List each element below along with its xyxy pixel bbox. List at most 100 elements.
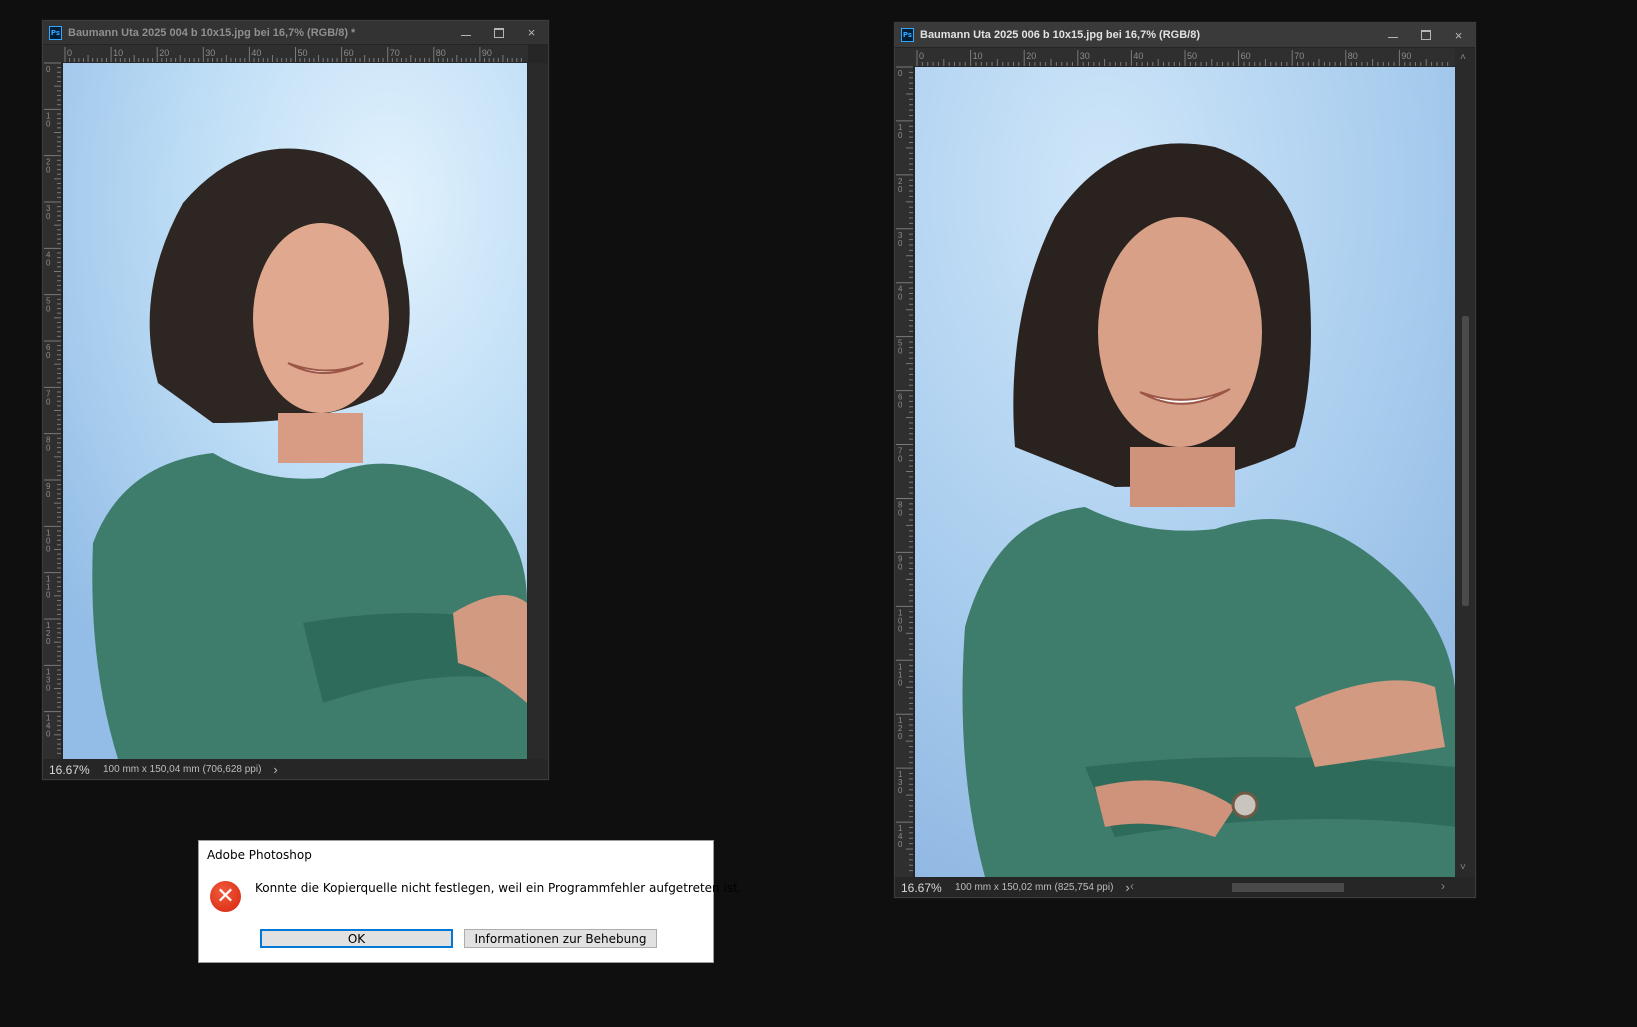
- window-controls: ×: [449, 21, 548, 44]
- ruler-label: 70: [390, 48, 400, 58]
- document-size-info: 100 mm x 150,04 mm (706,628 ppi): [103, 764, 262, 775]
- close-button[interactable]: ×: [1442, 23, 1475, 47]
- zoom-level-field[interactable]: 16.67%: [901, 881, 951, 895]
- ruler-label: 0: [898, 508, 903, 517]
- image-canvas[interactable]: [915, 67, 1456, 877]
- maximize-icon: [1420, 30, 1431, 40]
- ruler-label: 90: [482, 48, 492, 58]
- ruler-label: 80: [1348, 51, 1358, 61]
- vertical-scroll-thumb[interactable]: [1462, 316, 1469, 606]
- ruler-label: 0: [46, 166, 51, 175]
- horizontal-ruler[interactable]: 0 10 20 30 40 50 60 70 80 90: [43, 45, 528, 62]
- close-icon: ×: [1454, 27, 1463, 43]
- vertical-scrollbar[interactable]: [528, 63, 548, 759]
- error-dialog[interactable]: Adobe Photoshop ✕ Konnte die Kopierquell…: [198, 840, 742, 963]
- document-title: Baumann Uta 2025 006 b 10x15.jpg bei 16,…: [920, 29, 1201, 41]
- ruler-label: 0: [46, 212, 51, 221]
- ruler-label: 0: [46, 119, 51, 128]
- ruler-label: 0: [46, 65, 51, 74]
- ruler-label: 0: [46, 305, 51, 314]
- document-window-1[interactable]: Ps Baumann Uta 2025 004 b 10x15.jpg bei …: [42, 20, 549, 780]
- maximize-button[interactable]: [1409, 23, 1442, 47]
- maximize-icon: [493, 27, 504, 38]
- image-canvas[interactable]: [63, 63, 527, 759]
- vertical-ruler[interactable]: 0102030405060708090100110120130140: [43, 62, 61, 759]
- horizontal-scroll-thumb[interactable]: [1232, 883, 1344, 892]
- document-title: Baumann Uta 2025 004 b 10x15.jpg bei 16,…: [68, 26, 356, 39]
- status-bar: 16.67% 100 mm x 150,02 mm (825,754 ppi) …: [895, 878, 1475, 897]
- scroll-right-chevron-icon[interactable]: ›: [1441, 879, 1445, 893]
- vertical-scrollbar[interactable]: ˄ ˅: [1455, 48, 1475, 877]
- ruler-label: 0: [898, 678, 903, 687]
- ruler-label: 0: [898, 562, 903, 571]
- ruler-label: 0: [898, 786, 903, 795]
- ruler-label: 0: [919, 51, 924, 61]
- ruler-label: 0: [898, 840, 903, 849]
- ruler-label: 0: [898, 347, 903, 356]
- ruler-label: 0: [898, 401, 903, 410]
- zoom-level-field[interactable]: 16.67%: [49, 763, 99, 777]
- ruler-label: 0: [46, 258, 51, 267]
- dialog-message: Konnte die Kopierquelle nicht festlegen,…: [255, 881, 742, 895]
- ruler-label: 50: [298, 48, 308, 58]
- status-bar: 16.67% 100 mm x 150,04 mm (706,628 ppi) …: [43, 760, 548, 779]
- ruler-label: 80: [436, 48, 446, 58]
- ruler-label: 0: [898, 624, 903, 633]
- ruler-label: 30: [205, 48, 215, 58]
- ruler-label: 0: [898, 69, 903, 78]
- ruler-label: 50: [1187, 51, 1197, 61]
- close-icon: ×: [527, 25, 536, 40]
- ruler-label: 0: [46, 730, 51, 739]
- window-controls: ×: [1376, 23, 1475, 47]
- ruler-label: 0: [46, 544, 51, 553]
- ruler-label: 0: [46, 591, 51, 600]
- ruler-label: 0: [46, 444, 51, 453]
- dialog-title: Adobe Photoshop: [207, 848, 312, 862]
- minimize-button[interactable]: [449, 21, 482, 44]
- maximize-button[interactable]: [482, 21, 515, 44]
- ruler-label: 60: [344, 48, 354, 58]
- ruler-label: 0: [898, 455, 903, 464]
- ruler-label: 40: [251, 48, 261, 58]
- horizontal-scrollbar[interactable]: ‹ ›: [1130, 879, 1455, 894]
- ruler-label: 0: [67, 48, 72, 58]
- scroll-down-chevron-icon[interactable]: ˅: [1460, 862, 1466, 873]
- more-info-button[interactable]: Informationen zur Behebung: [464, 929, 657, 948]
- ruler-label: 30: [1080, 51, 1090, 61]
- ruler-label: 0: [898, 239, 903, 248]
- ruler-label: 20: [1026, 51, 1036, 61]
- document-titlebar[interactable]: Ps Baumann Uta 2025 004 b 10x15.jpg bei …: [43, 21, 548, 45]
- ruler-label: 10: [113, 48, 123, 58]
- ruler-label: 70: [1294, 51, 1304, 61]
- ruler-label: 90: [1401, 51, 1411, 61]
- ok-button[interactable]: OK: [260, 929, 453, 948]
- horizontal-ruler[interactable]: 0 10 20 30 40 50 60 70 80 90: [895, 48, 1455, 66]
- ruler-label: 0: [898, 185, 903, 194]
- photoshop-icon: Ps: [49, 25, 62, 40]
- status-menu-chevron-icon[interactable]: ›: [273, 762, 277, 777]
- photoshop-icon: Ps: [901, 28, 914, 42]
- ruler-label: 20: [159, 48, 169, 58]
- minimize-icon: [460, 34, 471, 36]
- ruler-label: 0: [46, 397, 51, 406]
- ruler-label: 0: [898, 732, 903, 741]
- ruler-label: 0: [46, 351, 51, 360]
- ruler-label: 0: [46, 637, 51, 646]
- portrait-photo: [915, 67, 1456, 877]
- ruler-label: 10: [973, 51, 983, 61]
- minimize-button[interactable]: [1376, 23, 1409, 47]
- ruler-label: 40: [1133, 51, 1143, 61]
- scroll-left-chevron-icon[interactable]: ‹: [1130, 879, 1134, 893]
- ruler-label: 0: [46, 490, 51, 499]
- ruler-label: 0: [898, 131, 903, 140]
- error-icon: ✕: [210, 881, 241, 912]
- ruler-label: 0: [898, 293, 903, 302]
- document-size-info: 100 mm x 150,02 mm (825,754 ppi): [955, 882, 1114, 893]
- vertical-ruler[interactable]: 0102030405060708090100110120130140: [895, 66, 913, 877]
- scroll-up-chevron-icon[interactable]: ˄: [1460, 52, 1466, 63]
- close-button[interactable]: ×: [515, 21, 548, 44]
- document-window-2[interactable]: Ps Baumann Uta 2025 006 b 10x15.jpg bei …: [894, 22, 1476, 898]
- ruler-label: 60: [1241, 51, 1251, 61]
- minimize-icon: [1387, 37, 1398, 38]
- document-titlebar[interactable]: Ps Baumann Uta 2025 006 b 10x15.jpg bei …: [895, 23, 1475, 48]
